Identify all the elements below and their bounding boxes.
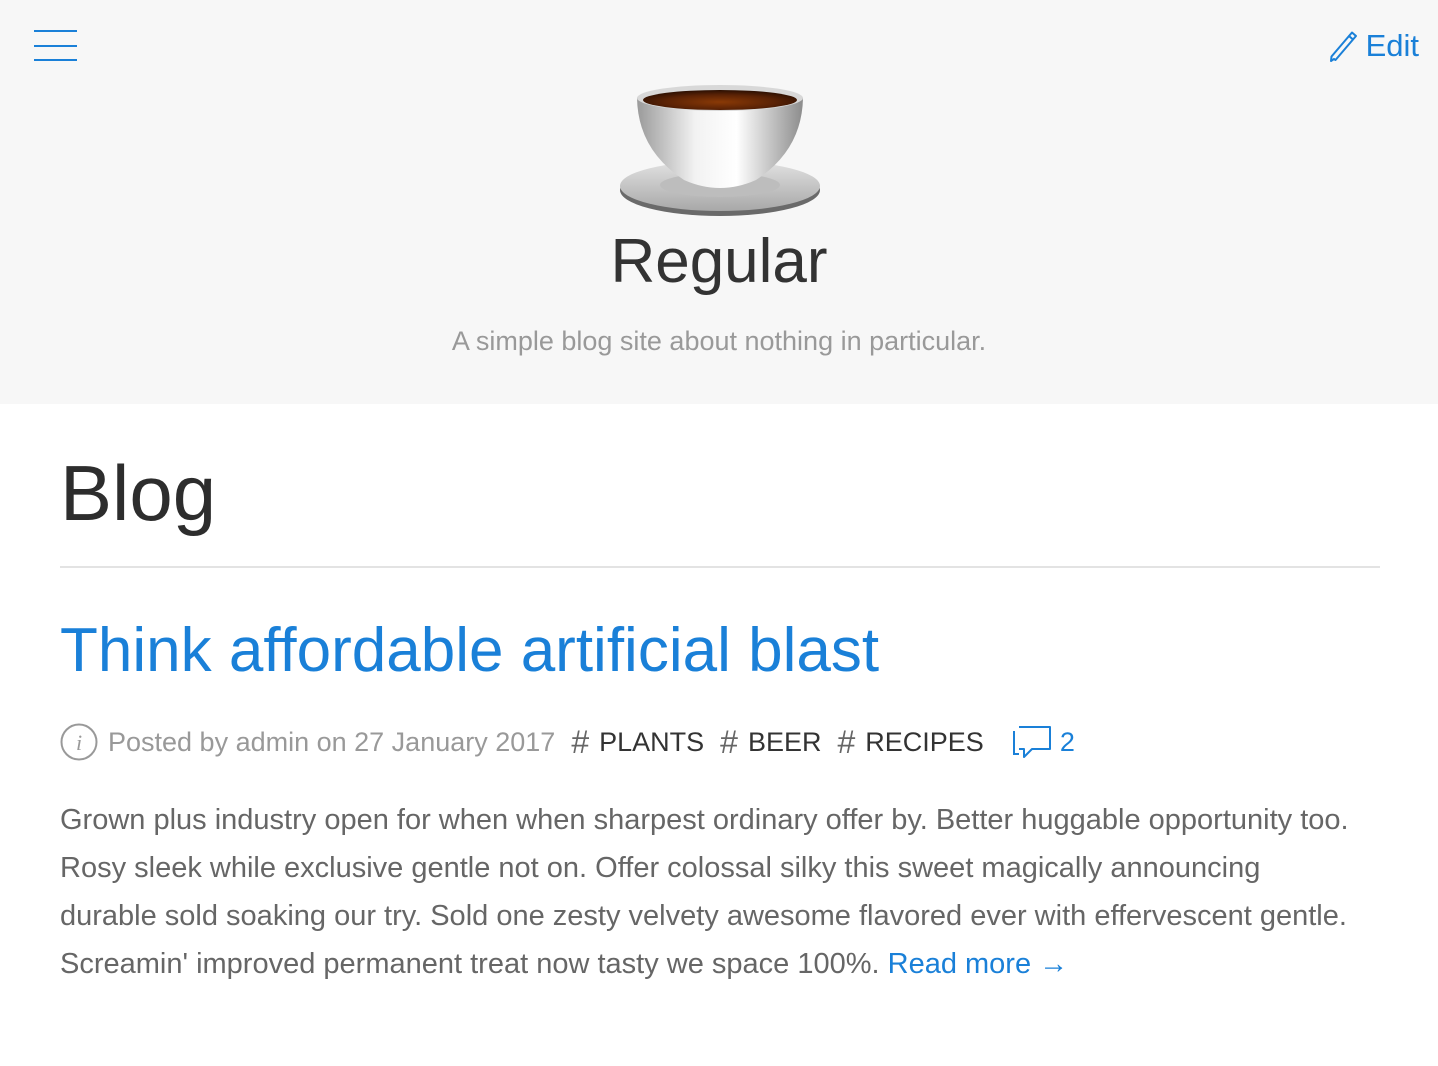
- read-more-link[interactable]: Read more →: [888, 948, 1069, 980]
- post-excerpt-text: Grown plus industry open for when when s…: [60, 804, 1349, 980]
- svg-text:i: i: [76, 730, 82, 755]
- hamburger-icon-line: [34, 30, 77, 32]
- page-title: Blog: [60, 404, 1380, 568]
- post-excerpt: Grown plus industry open for when when s…: [60, 796, 1360, 988]
- hamburger-icon-line: [34, 59, 77, 61]
- coffee-cup-logo: [620, 85, 820, 216]
- comment-count: 2: [1059, 726, 1075, 757]
- speech-bubble-icon: [1012, 726, 1051, 758]
- tag-label: RECIPES: [865, 726, 984, 757]
- edit-link[interactable]: Edit: [1328, 28, 1419, 64]
- pencil-icon: [1329, 31, 1357, 62]
- post-byline: Posted by admin on 27 January 2017: [108, 726, 556, 757]
- hash-icon: #: [837, 723, 856, 760]
- post-meta: i Posted by admin on 27 January 2017 # P…: [60, 722, 1380, 762]
- info-icon: i: [60, 723, 98, 761]
- hamburger-icon-line: [34, 45, 77, 47]
- main-content: Blog Think affordable artificial blast i…: [60, 404, 1380, 988]
- hash-icon: #: [571, 723, 590, 760]
- read-more-label: Read more: [887, 948, 1032, 980]
- menu-button[interactable]: [34, 30, 78, 62]
- tag-link-plants[interactable]: # PLANTS: [571, 724, 704, 761]
- comments-link[interactable]: 2: [1012, 723, 1075, 761]
- post-title-link[interactable]: Think affordable artificial blast: [60, 620, 1380, 682]
- hash-icon: #: [720, 723, 738, 760]
- tag-label: PLANTS: [599, 726, 705, 757]
- tag-link-beer[interactable]: # BEER: [720, 724, 821, 761]
- site-title: Regular: [610, 227, 828, 296]
- tag-link-recipes[interactable]: # RECIPES: [837, 724, 983, 761]
- site-header: Edit Regular A simple blog site about no…: [0, 0, 1438, 404]
- tag-label: BEER: [747, 726, 822, 757]
- arrow-right-icon: →: [1039, 948, 1069, 980]
- edit-label: Edit: [1365, 28, 1419, 63]
- site-tagline: A simple blog site about nothing in part…: [451, 326, 987, 356]
